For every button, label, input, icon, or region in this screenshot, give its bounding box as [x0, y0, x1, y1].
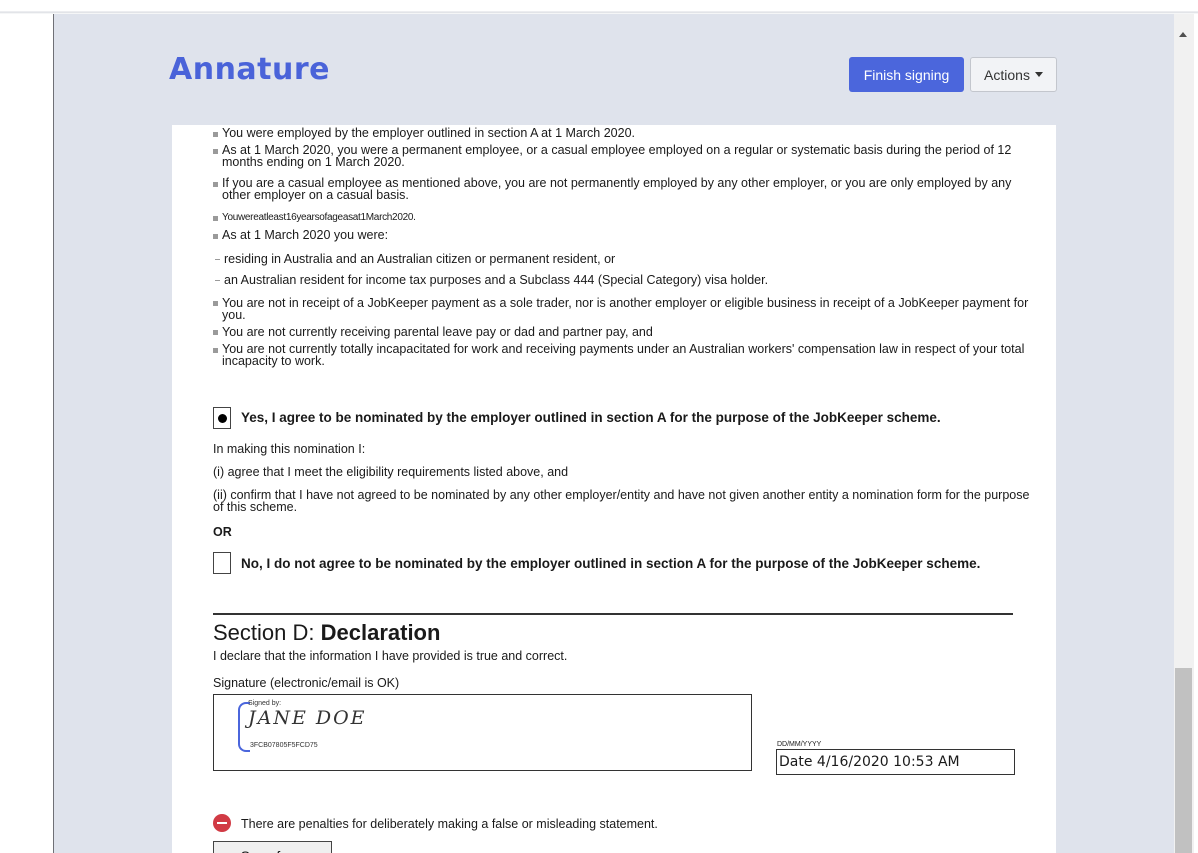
dash-icon [215, 259, 220, 260]
dash-icon [215, 280, 220, 281]
warning-icon [213, 814, 231, 832]
eligibility-item: As at 1 March 2020, you were a permanent… [222, 143, 1012, 169]
bullet-icon [213, 330, 218, 335]
section-heading: Section D: Declaration [213, 620, 440, 646]
signature-box[interactable]: Signed by: JANE DOE 3FCB07805F5FCD75 [213, 694, 752, 771]
penalty-warning: There are penalties for deliberately mak… [241, 817, 658, 831]
date-format-label: DD/MM/YYYY [777, 741, 822, 748]
eligibility-item: Youwereatleast16yearsofageasat1March2020… [222, 212, 416, 223]
nomination-intro: In making this nomination I: [213, 442, 366, 456]
section-prefix: Section D: [213, 620, 321, 645]
signature-name: JANE DOE [248, 707, 367, 729]
or-label: OR [213, 525, 232, 539]
eligibility-item: As at 1 March 2020 you were: [222, 228, 389, 242]
declaration-text: I declare that the information I have pr… [213, 649, 568, 663]
bullet-icon [213, 149, 218, 154]
scroll-up-icon[interactable] [1179, 32, 1187, 37]
eligibility-item: You are not currently totally incapacita… [222, 342, 1025, 368]
disagree-option-label: No, I do not agree to be nominated by th… [241, 556, 981, 571]
selected-dot-icon [218, 414, 227, 423]
section-divider [213, 613, 1013, 615]
bullet-icon [213, 301, 218, 306]
eligibility-subitem: residing in Australia and an Australian … [224, 252, 616, 266]
eligibility-item: If you are a casual employee as mentione… [222, 176, 1012, 202]
section-title: Declaration [320, 620, 441, 645]
form-page: You were employed by the employer outlin… [172, 125, 1056, 853]
bullet-icon [213, 132, 218, 137]
disagree-checkbox[interactable] [213, 552, 231, 574]
eligibility-item: You are not currently receiving parental… [222, 325, 653, 339]
nomination-point-i: (i) agree that I meet the eligibility re… [213, 465, 569, 479]
eligibility-subitem: an Australian resident for income tax pu… [224, 273, 769, 287]
vertical-scrollbar[interactable] [1174, 14, 1194, 853]
actions-label: Actions [984, 66, 1030, 83]
agree-option-label: Yes, I agree to be nominated by the empl… [241, 410, 941, 425]
signature-label: Signature (electronic/email is OK) [213, 676, 400, 690]
date-field[interactable]: Date 4/16/2020 10:53 AM [776, 749, 1015, 775]
agree-checkbox[interactable] [213, 407, 231, 429]
nomination-point-ii: (ii) confirm that I have not agreed to b… [213, 488, 1030, 514]
document-viewer: Annature Finish signing Actions You were… [53, 14, 1175, 853]
annature-logo: Annature [169, 52, 331, 87]
finish-signing-button[interactable]: Finish signing [849, 57, 964, 92]
bullet-icon [213, 234, 218, 239]
eligibility-item: You were employed by the employer outlin… [222, 126, 635, 140]
save-form-button[interactable]: Save form [213, 841, 332, 853]
bullet-icon [213, 182, 218, 187]
caret-down-icon [1034, 72, 1043, 77]
top-divider [0, 0, 1198, 14]
bullet-icon [213, 348, 218, 353]
signature-id: 3FCB07805F5FCD75 [250, 742, 318, 749]
signed-by-label: Signed by: [248, 700, 282, 707]
scrollbar-thumb[interactable] [1175, 668, 1192, 853]
eligibility-item: You are not in receipt of a JobKeeper pa… [222, 296, 1029, 322]
bullet-icon [213, 216, 218, 221]
actions-button[interactable]: Actions [970, 57, 1057, 92]
